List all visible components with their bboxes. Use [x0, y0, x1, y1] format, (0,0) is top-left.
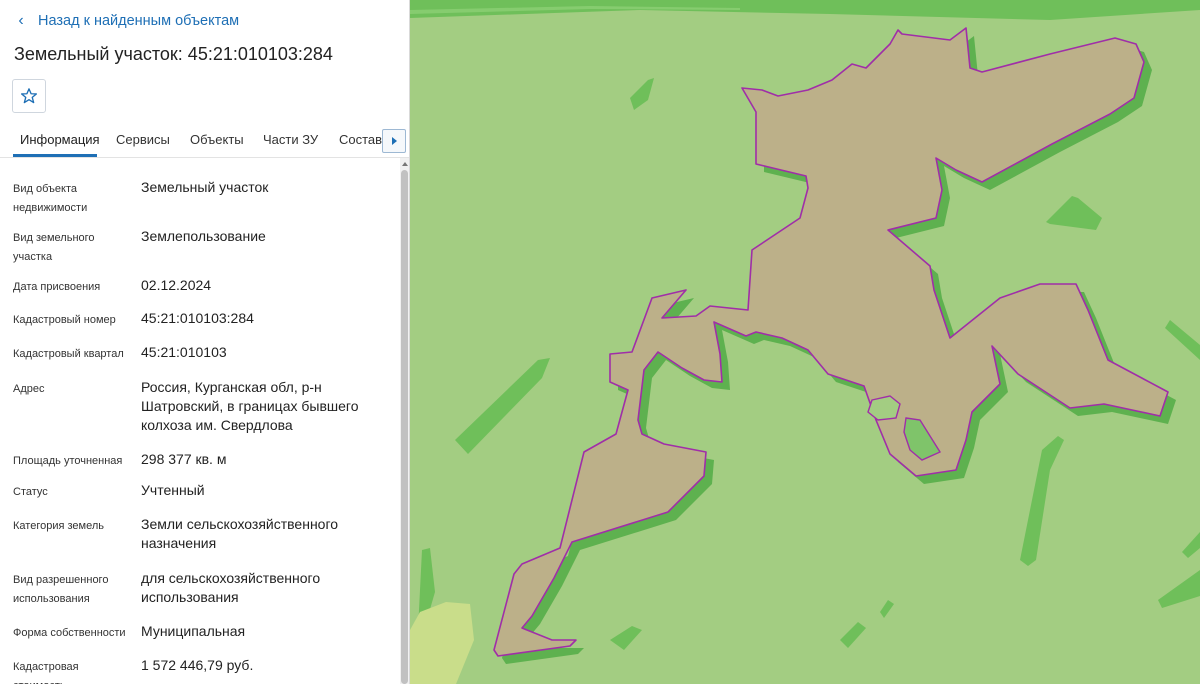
detail-value: Земельный участок [141, 179, 269, 195]
scroll-up-arrow-icon[interactable] [400, 160, 409, 168]
detail-value: 02.12.2024 [141, 277, 212, 293]
detail-label: Статус [13, 486, 48, 498]
page-title: Земельный участок: 45:21:010103:284 [14, 44, 333, 64]
star-icon [20, 88, 38, 104]
map-view[interactable] [410, 0, 1200, 684]
map-green-area [840, 622, 866, 648]
tab-parcel-parts[interactable]: Части ЗУ [263, 132, 318, 147]
detail-value: 298 377 кв. м [141, 451, 227, 467]
map-green-area [1165, 320, 1200, 360]
detail-label: Вид земельного участка [13, 232, 95, 263]
active-tab-indicator [13, 154, 97, 157]
map-green-area [610, 626, 642, 650]
map-green-area [1182, 532, 1200, 558]
map-canvas[interactable] [410, 0, 1200, 684]
map-green-area [455, 358, 550, 454]
detail-label: Кадастровый номер [13, 314, 116, 326]
detail-value: Учтенный [141, 482, 205, 498]
parcel-hole [867, 395, 901, 421]
chevron-left-icon: ‹ [18, 12, 24, 29]
back-link-label: Назад к найденным объектам [38, 13, 240, 29]
detail-value: для сельскохозяйственного использования [141, 570, 321, 605]
detail-label: Дата присвоения [13, 281, 101, 293]
map-green-area [630, 78, 654, 110]
detail-label: Кадастровая стоимость [13, 661, 79, 684]
detail-label: Адрес [13, 383, 45, 395]
detail-label: Вид объекта недвижимости [13, 183, 88, 214]
map-meadow-area [410, 602, 474, 684]
detail-value: Россия, Курганская обл, р-н Шатровский, … [141, 379, 359, 433]
tab-objects[interactable]: Объекты [190, 132, 244, 147]
detail-value: 1 572 446,79 руб. [141, 657, 254, 673]
detail-value: 45:21:010103:284 [141, 310, 254, 326]
tabs-scroll-right-button[interactable] [382, 129, 406, 153]
back-to-results-link[interactable]: ‹ Назад к найденным объектам [14, 10, 239, 32]
detail-label: Вид разрешенного использования [13, 574, 109, 605]
detail-value: Муниципальная [141, 623, 246, 639]
info-panel: ‹ Назад к найденным объектам Земельный у… [0, 0, 410, 684]
detail-value: Земли сельскохозяйственного назначения [141, 516, 339, 551]
map-green-area [1020, 436, 1064, 566]
details-list: Вид объекта недвижимости Земельный участ… [0, 158, 400, 684]
map-green-area [1158, 570, 1200, 608]
favorite-button[interactable] [12, 79, 46, 113]
detail-label: Категория земель [13, 520, 104, 532]
tab-information[interactable]: Информация [20, 132, 100, 147]
tab-services[interactable]: Сервисы [116, 132, 170, 147]
detail-label: Площадь уточненная [13, 455, 123, 467]
caret-right-icon [391, 137, 397, 145]
detail-label: Кадастровый квартал [13, 348, 124, 360]
tabs-bar: Информация Сервисы Объекты Части ЗУ Сост… [0, 124, 409, 158]
details-scrollbar-thumb[interactable] [401, 170, 408, 684]
detail-value: 45:21:010103 [141, 344, 227, 360]
map-green-area [1046, 196, 1102, 230]
map-green-area [880, 600, 894, 618]
detail-label: Форма собственности [13, 627, 126, 639]
detail-value: Землепользование [141, 228, 266, 244]
tab-composition[interactable]: Состав [339, 132, 382, 147]
land-parcel-polygon[interactable] [493, 27, 1169, 657]
